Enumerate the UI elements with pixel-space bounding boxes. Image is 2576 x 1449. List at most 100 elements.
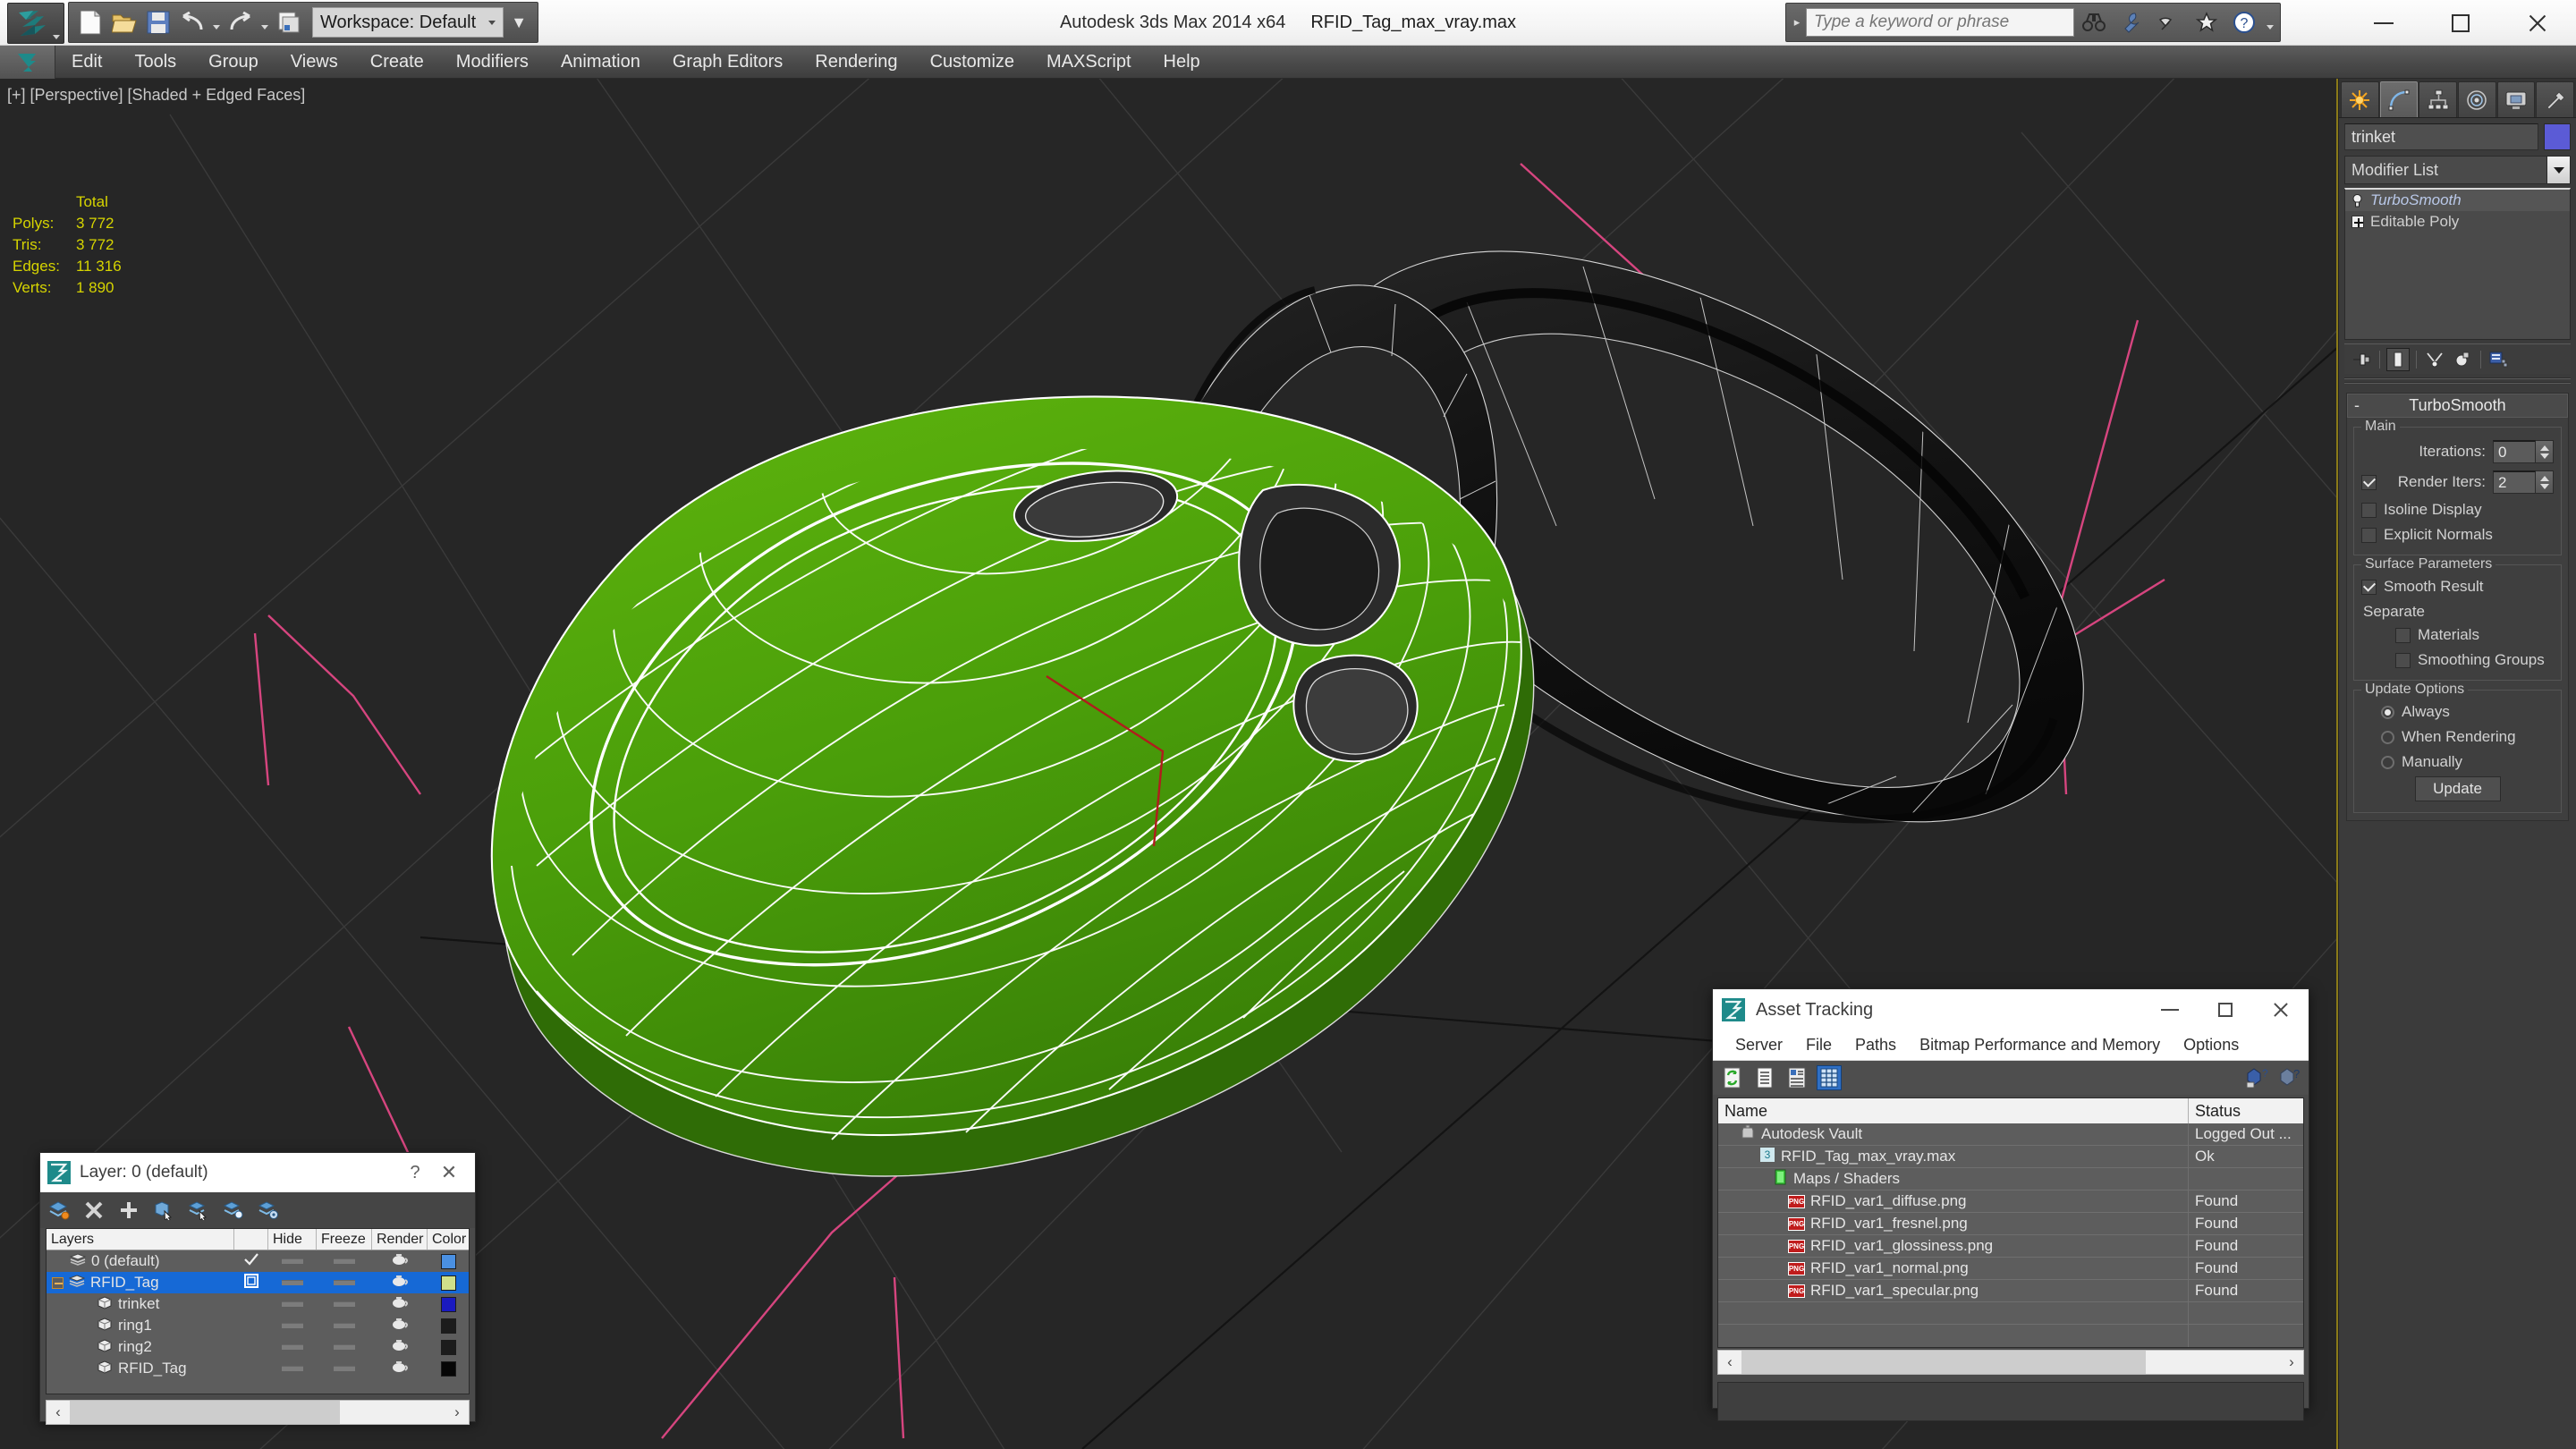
select-highlighted-icon[interactable] — [187, 1199, 210, 1222]
update-when-rendering-row[interactable]: When Rendering — [2361, 728, 2554, 746]
asset-row-empty[interactable] — [1718, 1325, 2303, 1347]
layer-row-ring2[interactable]: ring2 — [47, 1336, 469, 1358]
layer-dialog-titlebar[interactable]: Layer: 0 (default) ? ✕ — [40, 1153, 475, 1192]
configure-sets-icon[interactable] — [2487, 348, 2511, 371]
menu-item-group[interactable]: Group — [192, 46, 275, 79]
update-button[interactable]: Update — [2414, 776, 2501, 801]
freeze-toggle[interactable] — [334, 1258, 355, 1264]
hide-toggle[interactable] — [282, 1280, 303, 1285]
undo-dropdown-icon[interactable] — [210, 6, 223, 38]
scrollbar-thumb[interactable] — [1741, 1351, 2146, 1374]
menu-item-views[interactable]: Views — [275, 46, 354, 79]
render-iters-value[interactable]: 2 — [2493, 470, 2536, 494]
asset-row-diffuse[interactable]: PNG RFID_var1_diffuse.png Found — [1718, 1190, 2303, 1213]
minimize-button[interactable] — [2345, 0, 2422, 46]
smooth-result-row[interactable]: Smooth Result — [2361, 578, 2554, 596]
separate-smoothing-groups-row[interactable]: Smoothing Groups — [2361, 651, 2554, 669]
close-button[interactable] — [2499, 0, 2576, 46]
satellite-icon[interactable] — [2151, 6, 2187, 38]
workspace-selector[interactable]: Workspace: Default — [312, 7, 504, 38]
object-name-field[interactable]: trinket — [2344, 123, 2538, 150]
turbosmooth-rollout-header[interactable]: - TurboSmooth — [2347, 394, 2568, 418]
asset-row-autodesk-vault[interactable]: Autodesk Vault Logged Out ... — [1718, 1123, 2303, 1146]
scrollbar-track[interactable] — [1741, 1351, 2280, 1374]
project-folder-icon[interactable] — [273, 6, 305, 38]
pin-stack-icon[interactable] — [2350, 348, 2373, 371]
layer-row-rfid-tag[interactable]: RFID_Tag — [47, 1272, 469, 1293]
render-teapot-icon[interactable] — [390, 1295, 410, 1314]
list-view-icon[interactable] — [1752, 1065, 1777, 1090]
active-layer-square-icon[interactable] — [243, 1273, 259, 1293]
stack-item-turbosmooth[interactable]: TurboSmooth — [2345, 190, 2570, 211]
delete-layer-icon[interactable] — [82, 1199, 106, 1222]
update-manually-radio[interactable] — [2381, 755, 2394, 769]
layer-dialog[interactable]: Layer: 0 (default) ? ✕ Layers Hide Freez… — [39, 1152, 476, 1425]
separate-materials-checkbox[interactable] — [2395, 627, 2411, 643]
asset-list[interactable]: Name Status Autodesk Vault Logged Out ..… — [1717, 1097, 2304, 1348]
menu-item-animation[interactable]: Animation — [545, 46, 657, 79]
collapse-minus-icon[interactable] — [52, 1276, 64, 1289]
redo-icon[interactable] — [225, 6, 257, 38]
layer-row-trinket[interactable]: trinket — [47, 1293, 469, 1315]
select-objects-in-layer-icon[interactable] — [152, 1199, 175, 1222]
scroll-right-icon[interactable]: › — [2280, 1353, 2303, 1371]
object-color-swatch[interactable] — [440, 1339, 456, 1355]
scroll-left-icon[interactable]: ‹ — [47, 1403, 70, 1421]
menu-item-graph-editors[interactable]: Graph Editors — [657, 46, 799, 79]
hide-toggle[interactable] — [282, 1301, 303, 1307]
grid-view-icon[interactable] — [1817, 1065, 1842, 1090]
freeze-toggle[interactable] — [334, 1344, 355, 1350]
menu-item-rendering[interactable]: Rendering — [799, 46, 913, 79]
maximize-button[interactable] — [2422, 0, 2499, 46]
smooth-result-checkbox[interactable] — [2361, 579, 2377, 595]
show-end-result-icon[interactable] — [2386, 347, 2410, 371]
iterations-spinner-arrows[interactable] — [2536, 440, 2554, 463]
iterations-value[interactable]: 0 — [2493, 440, 2536, 463]
viewport-label[interactable]: [+] [Perspective] [Shaded + Edged Faces] — [7, 86, 305, 105]
modifier-list-dropdown[interactable]: Modifier List — [2344, 156, 2571, 184]
menu-item-tools[interactable]: Tools — [118, 46, 192, 79]
create-new-layer-icon[interactable] — [47, 1199, 71, 1222]
hide-toggle[interactable] — [282, 1258, 303, 1264]
asset-query-icon[interactable]: ? — [2276, 1065, 2301, 1090]
column-name[interactable]: Name — [1718, 1098, 2189, 1123]
asset-minimize-button[interactable] — [2142, 989, 2198, 1030]
layer-row-0-default[interactable]: 0 (default) — [47, 1250, 469, 1272]
asset-maximize-button[interactable] — [2198, 989, 2253, 1030]
menu-item-create[interactable]: Create — [354, 46, 440, 79]
modifier-stack[interactable]: TurboSmooth Editable Poly — [2344, 188, 2571, 340]
scrollbar-track[interactable] — [70, 1401, 445, 1424]
asset-row-fresnel[interactable]: PNG RFID_var1_fresnel.png Found — [1718, 1212, 2303, 1235]
asset-row-maps-shaders[interactable]: Maps / Shaders — [1718, 1167, 2303, 1191]
isoline-display-checkbox[interactable] — [2361, 502, 2377, 518]
utilities-tab[interactable] — [2536, 81, 2575, 117]
render-iters-spinner[interactable]: 2 — [2493, 470, 2554, 494]
asset-row-specular[interactable]: PNG RFID_var1_specular.png Found — [1718, 1279, 2303, 1302]
update-when-rendering-radio[interactable] — [2381, 730, 2394, 744]
menu-item-edit[interactable]: Edit — [55, 46, 118, 79]
detail-view-icon[interactable] — [1784, 1065, 1809, 1090]
iterations-spinner[interactable]: 0 — [2493, 440, 2554, 463]
object-color-swatch[interactable] — [440, 1360, 456, 1377]
asset-row-max-file[interactable]: 3 RFID_Tag_max_vray.max Ok — [1718, 1145, 2303, 1168]
redo-dropdown-icon[interactable] — [258, 6, 271, 38]
scroll-left-icon[interactable]: ‹ — [1718, 1353, 1741, 1371]
object-color-swatch[interactable] — [2544, 123, 2571, 150]
highlight-selected-objects-icon[interactable] — [222, 1199, 245, 1222]
menu-item-modifiers[interactable]: Modifiers — [440, 46, 545, 79]
expand-plus-icon[interactable] — [2351, 216, 2364, 229]
open-icon[interactable] — [108, 6, 140, 38]
layer-row-rfid-tag-object[interactable]: RFID_Tag — [47, 1358, 469, 1379]
separate-smoothing-groups-checkbox[interactable] — [2395, 652, 2411, 668]
chevron-down-icon[interactable] — [2546, 157, 2570, 183]
layer-list[interactable]: Layers Hide Freeze Render Color 0 (defau… — [46, 1228, 470, 1394]
column-status[interactable]: Status — [2189, 1098, 2303, 1123]
layer-color-swatch[interactable] — [440, 1253, 456, 1269]
asset-row-glossiness[interactable]: PNG RFID_var1_glossiness.png Found — [1718, 1234, 2303, 1258]
modify-tab[interactable] — [2379, 81, 2419, 117]
render-teapot-icon[interactable] — [390, 1317, 410, 1335]
wrench-icon[interactable] — [2114, 6, 2149, 38]
scroll-right-icon[interactable]: › — [445, 1403, 469, 1421]
hierarchy-tab[interactable] — [2419, 81, 2458, 117]
menu-item-help[interactable]: Help — [1148, 46, 1216, 79]
